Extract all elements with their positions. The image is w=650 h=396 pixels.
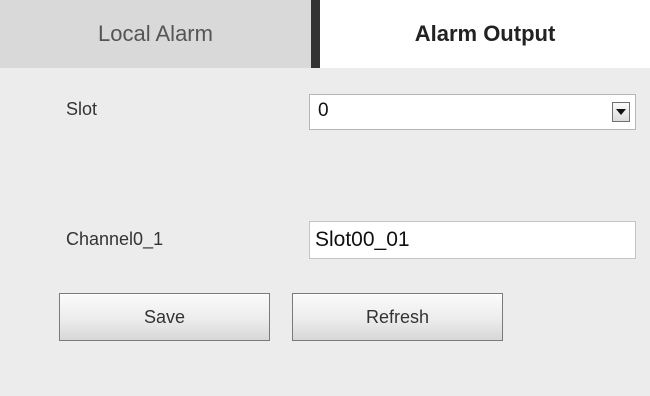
refresh-button[interactable]: Refresh: [292, 293, 503, 341]
tab-bar: Local Alarm Alarm Output: [0, 0, 650, 68]
slot-select[interactable]: 0: [309, 94, 636, 130]
save-button[interactable]: Save: [59, 293, 270, 341]
save-button-label: Save: [143, 306, 186, 327]
tab-divider: [311, 0, 320, 68]
refresh-button-label: Refresh: [365, 306, 430, 327]
slot-select-value: 0: [318, 100, 329, 121]
tab-alarm-output[interactable]: Alarm Output: [320, 0, 650, 68]
slot-label: Slot: [66, 99, 98, 119]
channel-name-input[interactable]: [309, 221, 636, 259]
chevron-down-icon[interactable]: [612, 102, 630, 122]
channel-label: Channel0_1: [66, 229, 164, 249]
tab-local-alarm[interactable]: Local Alarm: [0, 0, 311, 68]
tab-alarm-output-label: Alarm Output: [414, 21, 556, 46]
tab-local-alarm-label: Local Alarm: [98, 21, 213, 46]
